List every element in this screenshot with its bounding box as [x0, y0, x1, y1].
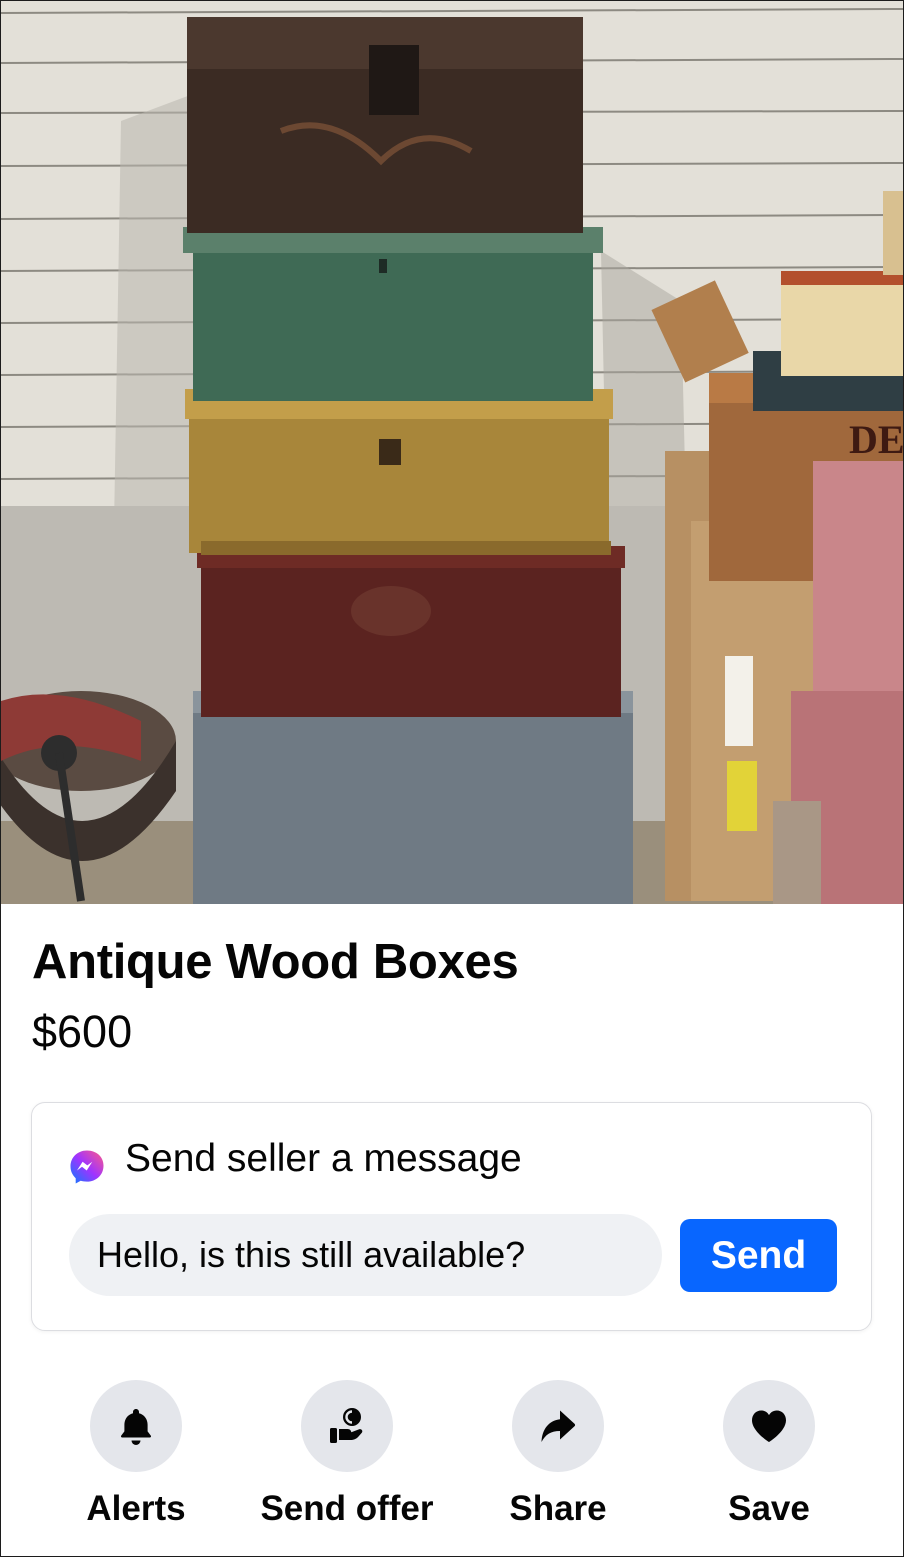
- save-circle: [723, 1380, 815, 1472]
- bell-icon: [120, 1409, 152, 1445]
- listing-photo-image: DE: [1, 1, 903, 904]
- send-offer-button[interactable]: Send offer: [241, 1380, 451, 1540]
- offer-icon: [330, 1408, 363, 1443]
- save-button[interactable]: Save: [663, 1380, 873, 1540]
- listing-photo[interactable]: DE: [1, 1, 903, 904]
- alerts-circle: [90, 1380, 182, 1472]
- alerts-button[interactable]: Alerts: [30, 1380, 240, 1540]
- heart-icon: [752, 1410, 786, 1442]
- share-button[interactable]: Share: [452, 1380, 662, 1540]
- message-input[interactable]: [69, 1214, 662, 1296]
- listing-title: Antique Wood Boxes: [32, 935, 519, 989]
- message-heading: Send seller a message: [125, 1137, 522, 1180]
- message-seller-card: Send seller a message Send: [31, 1102, 872, 1331]
- svg-text:DE: DE: [849, 417, 903, 462]
- action-bar: Alerts Send offer Share Save: [1, 1380, 903, 1540]
- listing-screen: DE Antique Wood Boxes $600 Send seller a…: [0, 0, 904, 1557]
- alerts-label: Alerts: [86, 1489, 186, 1528]
- listing-price: $600: [32, 1006, 133, 1057]
- messenger-icon: [69, 1149, 105, 1185]
- share-circle: [512, 1380, 604, 1472]
- send-offer-circle: [301, 1380, 393, 1472]
- send-offer-label: Send offer: [260, 1489, 434, 1528]
- send-button[interactable]: Send: [680, 1219, 837, 1292]
- share-label: Share: [509, 1489, 607, 1528]
- save-label: Save: [728, 1489, 810, 1528]
- share-arrow-icon: [541, 1410, 576, 1442]
